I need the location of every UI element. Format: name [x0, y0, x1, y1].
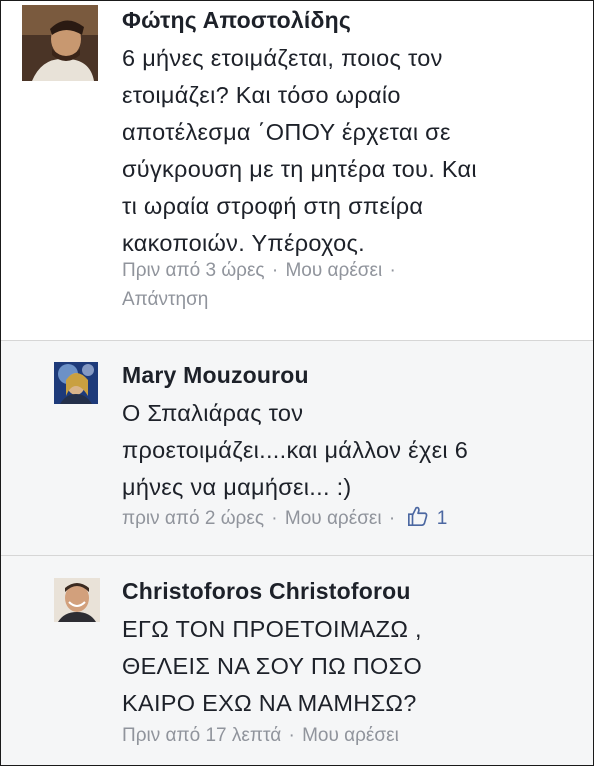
thumbs-up-icon[interactable]	[407, 505, 429, 527]
separator-dot: ·	[271, 508, 278, 529]
comment-meta: πριν από 2 ώρες · Μου αρέσει · 1	[122, 504, 447, 534]
separator-dot: ·	[271, 260, 279, 281]
comment-text-line: ΘΕΛΕΙΣ ΝΑ ΣΟΥ ΠΩ ΠΟΣΟ	[122, 653, 423, 679]
comment-meta: Πριν από 17 λεπτά · Μου αρέσει	[122, 721, 399, 751]
separator-dot: ·	[388, 508, 396, 529]
comment-text-line: σύγκρουση με τη μητέρα του. Και	[122, 156, 477, 182]
comment-author[interactable]: Christoforos Christoforou	[122, 578, 411, 605]
avatar[interactable]	[22, 5, 98, 81]
like-link[interactable]: Μου αρέσει	[285, 508, 382, 529]
separator-dot: ·	[288, 725, 295, 746]
comment-timestamp[interactable]: Πριν από 3 ώρες	[122, 260, 265, 281]
comment-text-line: προετοιμάζει....και μάλλον έχει 6	[122, 437, 469, 463]
comment-text: ΕΓΩ ΤΟΝ ΠΡΟΕΤΟΙΜΑΖΩ , ΘΕΛΕΙΣ ΝΑ ΣΟΥ ΠΩ Π…	[122, 611, 573, 722]
avatar-photo-icon	[54, 362, 98, 404]
comment-text-line: τι ωραία στροφή στη σπείρα	[122, 193, 424, 219]
comment-author[interactable]: Mary Mouzourou	[122, 362, 309, 389]
like-count[interactable]: 1	[437, 508, 448, 529]
comment-text: 6 μήνες ετοιμάζεται, ποιος τον ετοιμάζει…	[122, 40, 573, 262]
like-link[interactable]: Μου αρέσει	[302, 725, 399, 746]
comment-meta-line-2: Απάντηση	[122, 285, 208, 315]
avatar-photo-icon	[54, 578, 100, 622]
comment-meta: Πριν από 3 ώρες · Μου αρέσει ·	[122, 256, 398, 286]
comment-text-line: Ο Σπαλιάρας τον	[122, 400, 304, 426]
comment-timestamp[interactable]: Πριν από 17 λεπτά	[122, 725, 281, 746]
like-link[interactable]: Μου αρέσει	[285, 260, 382, 281]
separator-dot: ·	[389, 260, 396, 281]
comment-timestamp[interactable]: πριν από 2 ώρες	[122, 508, 264, 529]
avatar[interactable]	[54, 362, 98, 404]
comment-text-line: αποτέλεσμα ΄ΟΠΟΥ έρχεται σε	[122, 119, 451, 145]
avatar[interactable]	[54, 578, 100, 622]
comment-text-line: μήνες να μαμήσει... :)	[122, 474, 352, 500]
reply-link[interactable]: Απάντηση	[122, 289, 208, 310]
comments-panel: Φώτης Αποστολίδης 6 μήνες ετοιμάζεται, π…	[0, 0, 594, 766]
comment-text: Ο Σπαλιάρας τον προετοιμάζει....και μάλλ…	[122, 395, 573, 506]
comment-text-line: ΕΓΩ ΤΟΝ ΠΡΟΕΤΟΙΜΑΖΩ ,	[122, 616, 422, 642]
comment-text-line: ΚΑΙΡΟ ΕΧΩ ΝΑ ΜΑΜΗΣΩ?	[122, 690, 417, 716]
avatar-photo-icon	[22, 5, 98, 81]
comment-author[interactable]: Φώτης Αποστολίδης	[122, 7, 351, 34]
comment-text-line: 6 μήνες ετοιμάζεται, ποιος τον	[122, 45, 443, 71]
comment-text-line: ετοιμάζει? Και τόσο ωραίο	[122, 82, 401, 108]
